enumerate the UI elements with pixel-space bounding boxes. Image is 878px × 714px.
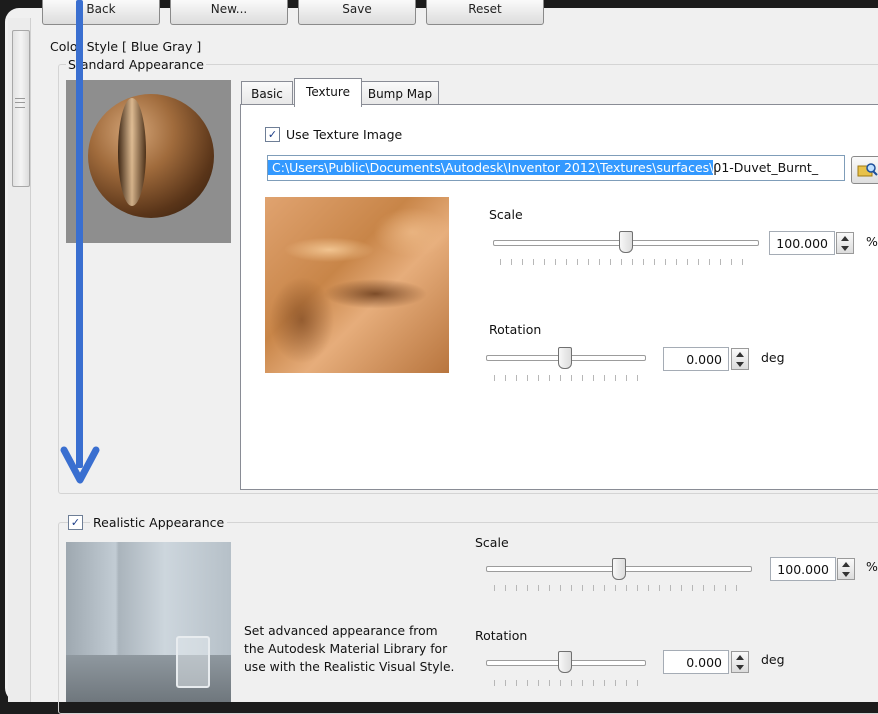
scale-label: Scale [489,207,523,222]
realistic-scale-unit: % [866,559,878,574]
scale-slider-thumb[interactable] [619,231,633,253]
tab-texture[interactable]: Texture [294,78,362,107]
realistic-scale-spinner[interactable] [837,558,855,580]
tab-bump-map[interactable]: Bump Map [361,81,439,106]
realistic-rotation-input[interactable]: 0.000 [663,650,729,674]
realistic-scale-slider-thumb[interactable] [612,558,626,580]
realistic-rotation-ticks [494,680,640,686]
path-selected-text: C:\Users\Public\Documents\Autodesk\Inven… [268,160,714,175]
sphere-highlight [118,98,146,206]
color-style-label: Color Style [ Blue Gray ] [50,39,202,54]
realistic-description: Set advanced appearance from the Autodes… [244,624,455,674]
path-rest-text: 01-Duvet_Burnt_ [713,160,819,175]
texture-preview-image [265,197,449,373]
back-button[interactable]: Back [42,0,160,25]
realistic-scale-ticks [494,585,746,591]
scale-unit: % [866,234,878,249]
chair-shape [176,636,210,688]
text-cursor-icon: I [713,163,718,179]
realistic-rotation-slider-thumb[interactable] [558,651,572,673]
scrollbar-grip-icon [15,98,25,108]
rotation-slider-ticks [494,375,640,381]
realistic-appearance-checkbox[interactable]: ✓ [68,515,83,530]
rotation-label: Rotation [489,322,542,337]
reset-button[interactable]: Reset [426,0,544,25]
browse-folder-button[interactable] [851,156,878,184]
scale-slider-ticks [500,259,752,265]
scrollbar-thumb[interactable] [12,30,30,187]
realistic-appearance-label: Realistic Appearance [90,515,228,530]
realistic-rotation-spinner[interactable] [731,651,749,673]
rotation-slider-thumb[interactable] [558,347,572,369]
material-sphere [88,94,214,218]
tab-basic[interactable]: Basic [241,81,293,106]
realistic-scale-label: Scale [475,535,509,550]
rotation-spinner[interactable] [731,348,749,370]
folder-search-icon [857,163,878,177]
save-button[interactable]: Save [298,0,416,25]
new-button[interactable]: New... [170,0,288,25]
rotation-unit: deg [761,350,785,365]
texture-path-input[interactable]: C:\Users\Public\Documents\Autodesk\Inven… [267,155,845,181]
annotation-arrow-head-icon [60,446,100,484]
realistic-rotation-unit: deg [761,652,785,667]
realistic-scale-input[interactable]: 100.000 [770,557,836,581]
annotation-arrow-shaft [76,0,83,468]
use-texture-label: Use Texture Image [286,127,403,142]
realistic-rotation-label: Rotation [475,628,528,643]
scale-value-input[interactable]: 100.000 [769,231,835,255]
scale-spinner[interactable] [836,232,854,254]
use-texture-checkbox[interactable]: ✓ [265,127,280,142]
standard-appearance-title: Standard Appearance [66,57,206,72]
rotation-value-input[interactable]: 0.000 [663,347,729,371]
